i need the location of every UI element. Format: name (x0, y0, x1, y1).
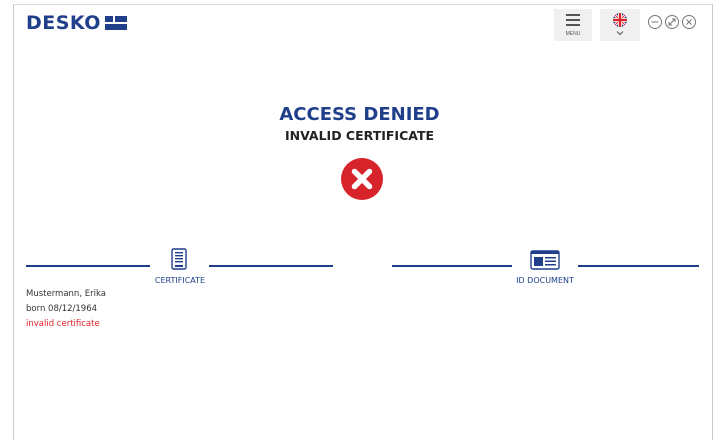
certificate-error-text: invalid certificate (26, 319, 100, 329)
holder-birthdate: born 08/12/1964 (26, 304, 98, 314)
status-subtitle: INVALID CERTIFICATE (284, 128, 435, 143)
section-divider (209, 265, 333, 267)
menu-label: MENU (565, 31, 581, 37)
window-controls (647, 14, 697, 30)
desko-logo: DESKO (26, 12, 127, 34)
close-icon[interactable] (681, 14, 697, 30)
logo-mark-icon (104, 16, 127, 30)
chevron-down-icon (616, 31, 624, 36)
section-divider (392, 265, 512, 267)
error-x-icon (341, 158, 383, 200)
certificate-document-icon (171, 248, 187, 270)
holder-name: Mustermann, Erika (26, 289, 106, 299)
section-divider (26, 265, 150, 267)
id-card-icon (530, 250, 560, 270)
uk-flag-icon (613, 13, 627, 27)
menu-button[interactable]: MENU (554, 9, 592, 41)
app-window (13, 4, 713, 440)
status-title: ACCESS DENIED (279, 104, 440, 125)
hamburger-icon (566, 14, 580, 29)
language-selector[interactable] (600, 9, 640, 41)
section-divider (578, 265, 699, 267)
resize-icon[interactable] (664, 14, 680, 30)
certificate-label: CERTIFICATE (154, 276, 206, 285)
id-document-label: ID DOCUMENT (516, 276, 574, 285)
minimize-icon[interactable] (647, 14, 663, 30)
logo-text: DESKO (26, 12, 101, 34)
